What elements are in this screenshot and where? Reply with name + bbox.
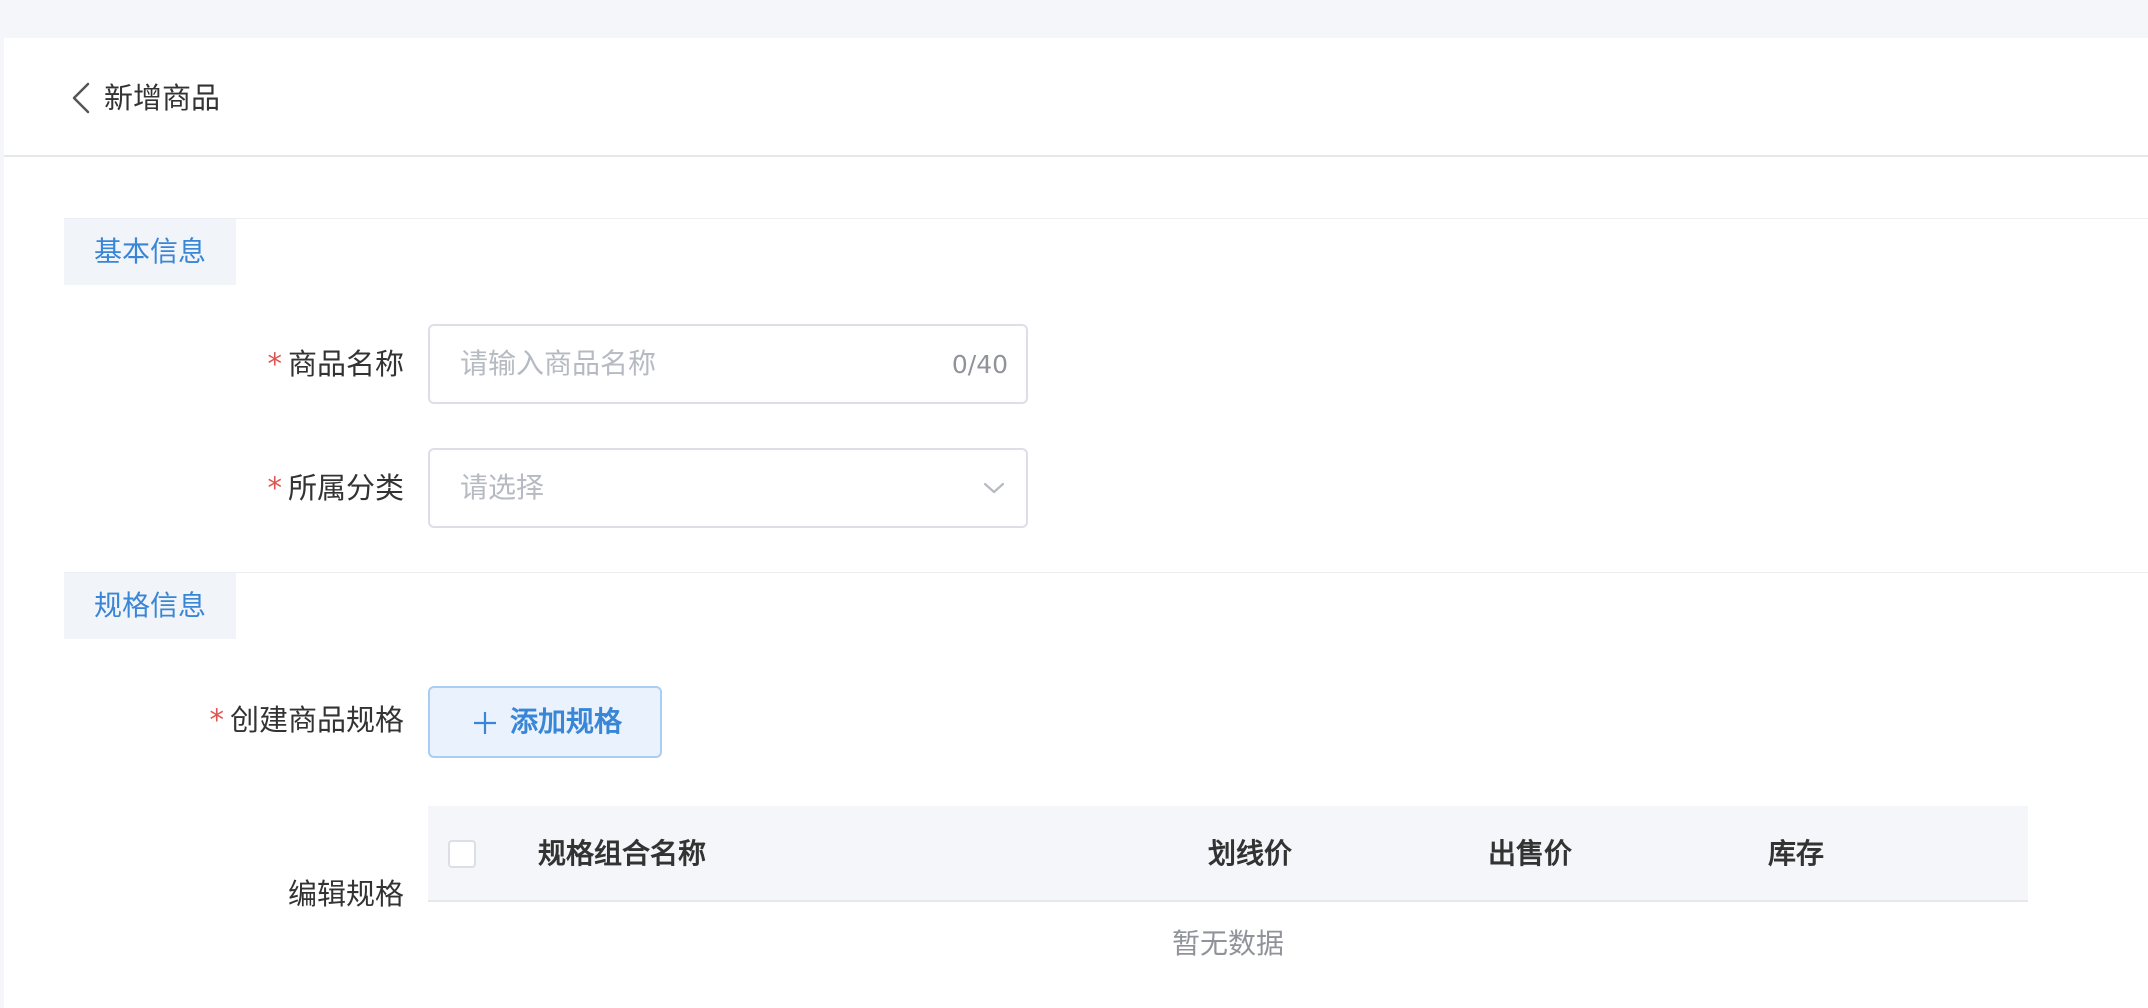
category-label-text: 所属分类 xyxy=(287,471,404,505)
edit-spec-label: 编辑规格 xyxy=(287,877,404,911)
create-spec-label: * 创建商品规格 xyxy=(4,700,404,740)
create-spec-label-text: 创建商品规格 xyxy=(229,703,404,737)
column-header-spec-name: 规格组合名称 xyxy=(538,837,707,870)
section-spec-info: 规格信息 xyxy=(64,572,2148,639)
required-mark: * xyxy=(267,347,282,381)
category-select[interactable]: 请选择 xyxy=(428,448,1028,528)
section-spec-info-title: 规格信息 xyxy=(64,573,236,639)
category-label: * 所属分类 xyxy=(4,468,404,508)
section-basic-info-title: 基本信息 xyxy=(64,219,236,285)
select-all-checkbox[interactable] xyxy=(448,840,476,868)
spec-table-header: 规格组合名称 划线价 出售价 库存 xyxy=(428,806,2028,902)
product-name-placeholder: 请输入商品名称 xyxy=(460,347,657,380)
product-name-label: * 商品名称 xyxy=(4,344,404,384)
main-panel: 新增商品 基本信息 * 商品名称 请输入商品名称 0/40 * 所属分类 请选择 规… xyxy=(4,38,2148,1008)
table-empty-text: 暂无数据 xyxy=(1171,927,1284,960)
add-spec-button[interactable]: 添加规格 xyxy=(428,686,662,758)
page-header: 新增商品 xyxy=(4,38,2148,157)
required-mark: * xyxy=(209,703,224,737)
product-name-input[interactable]: 请输入商品名称 0/40 xyxy=(428,324,1028,404)
section-basic-info: 基本信息 xyxy=(64,218,2148,285)
category-select-placeholder: 请选择 xyxy=(460,471,545,504)
back-arrow-icon[interactable] xyxy=(70,78,94,118)
column-header-stock: 库存 xyxy=(1768,837,1825,870)
product-name-char-counter: 0/40 xyxy=(951,350,1008,379)
column-header-list-price: 划线价 xyxy=(1208,837,1293,870)
product-name-label-text: 商品名称 xyxy=(287,347,404,381)
spec-table: 规格组合名称 划线价 出售价 库存 暂无数据 xyxy=(428,806,2028,960)
add-spec-button-label: 添加规格 xyxy=(510,705,623,738)
required-mark: * xyxy=(267,471,282,505)
chevron-down-icon xyxy=(983,482,1005,494)
plus-icon xyxy=(474,712,496,734)
page-title: 新增商品 xyxy=(104,81,221,115)
column-header-sale-price: 出售价 xyxy=(1488,837,1573,870)
